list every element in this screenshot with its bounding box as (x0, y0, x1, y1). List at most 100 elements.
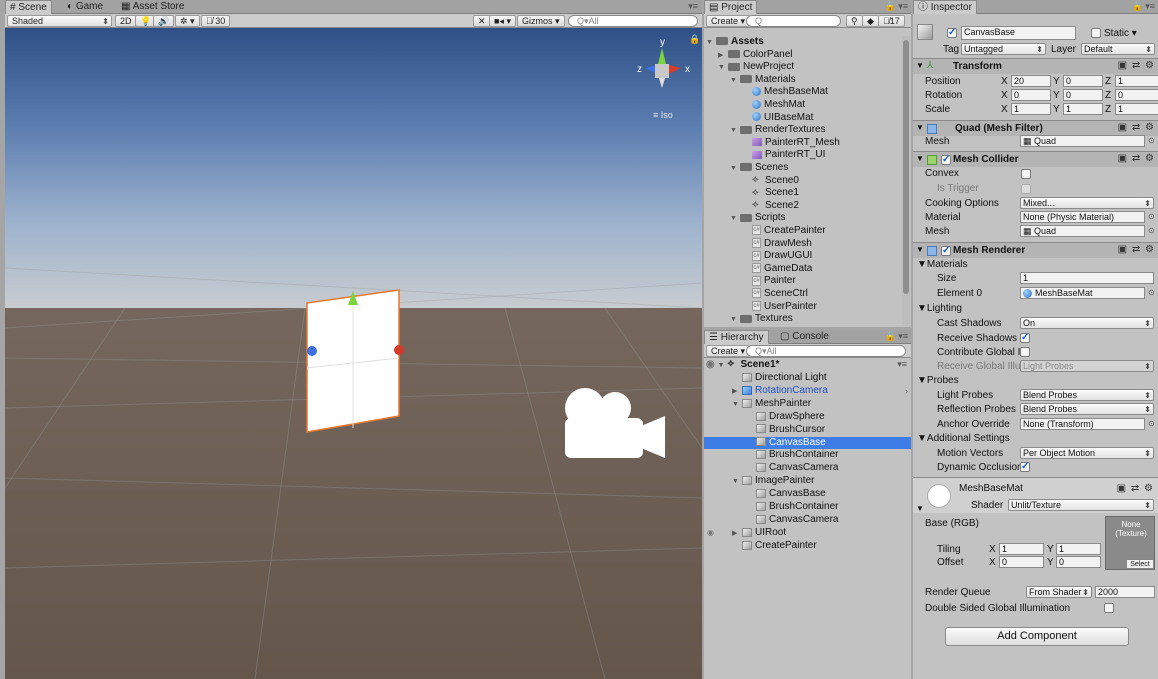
foldout-arrow[interactable]: ▼ (916, 245, 924, 254)
camera-gizmo-icon[interactable] (565, 388, 665, 458)
element-0-field[interactable]: MeshBaseMat (1020, 287, 1145, 299)
foldout-arrow[interactable]: ▼ (916, 154, 924, 163)
rotation-y-field[interactable]: 0 (1063, 89, 1103, 101)
hierarchy-item[interactable]: CreatePainter (704, 540, 911, 552)
tab-project[interactable]: ▤ Project (704, 0, 758, 14)
project-item[interactable]: c# SceneCtrl (742, 288, 808, 300)
project-item[interactable]: ⟡ Scene0 (742, 174, 799, 187)
cast-shadows-dropdown[interactable]: On (1020, 317, 1154, 329)
expand-arrow[interactable]: ▼ (730, 75, 738, 87)
hierarchy-item[interactable]: ▼ MeshPainter (704, 398, 911, 410)
inspector-lock-icon[interactable]: 🔒 ▾≡ (1132, 1, 1155, 12)
scene-menu-icon[interactable]: ▾≡ (897, 359, 907, 370)
tools-icon[interactable]: ✕ (473, 15, 491, 27)
materials-foldout[interactable]: ▼Materials (917, 259, 967, 270)
gizmos-dropdown[interactable]: Gizmos ▾ (517, 15, 565, 27)
project-item[interactable]: ⟡ Scene2 (742, 200, 799, 212)
materials-size-field[interactable]: 1 (1020, 272, 1154, 284)
texture-slot[interactable]: None (Texture) Select (1105, 516, 1155, 570)
offset-x-field[interactable]: 0 (999, 556, 1044, 568)
project-scrollbar[interactable] (902, 36, 910, 326)
project-item[interactable]: c# DrawUGUI (742, 250, 812, 262)
render-queue-field[interactable]: 2000 (1095, 586, 1155, 598)
project-item[interactable]: c# UserPainter (742, 301, 817, 313)
double-sided-gi-checkbox[interactable] (1104, 603, 1114, 613)
tab-game[interactable]: ◐ Game (63, 0, 107, 14)
project-item[interactable]: ▼ Materials (730, 74, 796, 86)
scale-x-field[interactable]: 1 (1011, 103, 1051, 115)
mesh-collider-enabled-checkbox[interactable]: ✓ (941, 155, 951, 165)
mesh-filter-header[interactable]: ▼ Quad (Mesh Filter) ▣ ⇄ ⚙ (913, 120, 1158, 136)
tiling-y-field[interactable]: 1 (1056, 543, 1101, 555)
expand-arrow[interactable]: ▶ (718, 50, 726, 62)
project-item[interactable]: ▼ NewProject (718, 61, 794, 73)
reflection-probes-dropdown[interactable]: Blend Probes (1020, 403, 1154, 415)
mesh-field[interactable]: ▦ Quad (1020, 135, 1145, 147)
tab-hierarchy[interactable]: ☰ Hierarchy (704, 330, 769, 344)
project-item[interactable]: ▼ Scripts (730, 212, 786, 224)
position-y-field[interactable]: 0 (1063, 75, 1103, 87)
mesh-renderer-enabled-checkbox[interactable]: ✓ (941, 246, 951, 256)
hierarchy-item[interactable]: DrawSphere (704, 411, 911, 423)
orientation-gizmo[interactable] (645, 48, 681, 88)
expand-arrow[interactable]: ▼ (718, 360, 726, 372)
expand-arrow[interactable]: ▶ (732, 528, 740, 540)
mode-2d-toggle[interactable]: 2D (115, 15, 137, 27)
motion-vectors-dropdown[interactable]: Per Object Motion (1020, 447, 1154, 459)
expand-arrow[interactable]: ▼ (732, 476, 740, 488)
add-component-button[interactable]: Add Component (945, 627, 1129, 646)
project-lock-icon[interactable]: 🔒 ▾≡ (885, 1, 908, 12)
transform-header[interactable]: ▼ ⅄ Transform ▣ ⇄ ⚙ (913, 58, 1158, 74)
tab-console[interactable]: ▢ Console (776, 330, 833, 344)
hierarchy-item[interactable]: ▶ RotationCamera (704, 385, 911, 397)
scene-lock-icon[interactable]: 🔒 (689, 34, 700, 45)
tab-asset-store[interactable]: ▦ Asset Store (117, 0, 188, 14)
expand-arrow[interactable]: ▼ (718, 62, 726, 74)
active-checkbox[interactable]: ✓ (947, 28, 957, 38)
contribute-gi-checkbox[interactable] (1020, 347, 1030, 357)
shading-mode-dropdown[interactable]: Shaded (7, 15, 112, 27)
hierarchy-create-button[interactable]: Create ▾ (706, 345, 751, 357)
scale-z-field[interactable]: 1 (1115, 103, 1158, 115)
object-picker-icon[interactable]: ⊙ (1148, 419, 1155, 428)
tab-scene[interactable]: # Scene (5, 0, 52, 14)
material-foldout-arrow[interactable]: ▼ (916, 504, 924, 513)
layer-dropdown[interactable]: Default (1081, 43, 1155, 55)
hierarchy-search-input[interactable]: Q▾All (746, 345, 906, 357)
lighting-foldout[interactable]: ▼Lighting (917, 303, 962, 314)
hierarchy-item[interactable]: CanvasCamera (704, 462, 911, 474)
component-settings-icon[interactable]: ▣ ⇄ ⚙ (1118, 153, 1155, 164)
mesh-renderer-header[interactable]: ▼ ✓ Mesh Renderer ▣ ⇄ ⚙ (913, 242, 1158, 258)
hierarchy-item[interactable]: CanvasBase (704, 488, 911, 500)
project-item[interactable]: ▼ RenderTextures (730, 124, 826, 136)
rotation-camera-arrow-icon[interactable]: › (905, 386, 908, 396)
position-x-field[interactable]: 20 (1011, 75, 1051, 87)
physic-material-field[interactable]: None (Physic Material) (1020, 211, 1145, 223)
rotation-x-field[interactable]: 0 (1011, 89, 1051, 101)
cooking-options-dropdown[interactable]: Mixed... (1020, 197, 1154, 209)
scene-menu-icon[interactable]: ▾≡ (688, 1, 698, 12)
additional-settings-foldout[interactable]: ▼Additional Settings (917, 433, 1010, 444)
expand-arrow[interactable]: ▼ (730, 125, 738, 137)
camera-settings-icon[interactable]: ■◂ ▾ (489, 15, 516, 27)
object-picker-icon[interactable]: ⊙ (1148, 136, 1155, 145)
project-item[interactable]: c# Painter (742, 275, 796, 287)
mesh-collider-header[interactable]: ▼ ✓ Mesh Collider ▣ ⇄ ⚙ (913, 151, 1158, 167)
expand-arrow[interactable]: ▼ (730, 163, 738, 175)
filter-label-icon[interactable]: ◆ (862, 15, 879, 27)
hierarchy-item[interactable]: BrushContainer (704, 501, 911, 513)
static-checkbox[interactable] (1091, 28, 1101, 38)
render-queue-dropdown[interactable]: From Shader (1026, 586, 1092, 598)
filter-type-icon[interactable]: ⚲ (846, 15, 863, 27)
rotation-z-field[interactable]: 0 (1115, 89, 1158, 101)
expand-arrow[interactable]: ▼ (730, 314, 738, 326)
project-scroll-thumb[interactable] (903, 40, 909, 294)
x-axis-handle[interactable] (394, 345, 404, 355)
hierarchy-item[interactable]: BrushContainer (704, 449, 911, 461)
project-item[interactable]: UIBaseMat (742, 112, 813, 124)
component-settings-icon[interactable]: ▣ ⇄ ⚙ (1118, 244, 1155, 255)
project-item[interactable]: MeshBaseMat (742, 86, 828, 98)
tab-inspector[interactable]: ⓘ Inspector (913, 0, 977, 14)
scale-y-field[interactable]: 1 (1063, 103, 1103, 115)
hierarchy-item[interactable]: CanvasBase (704, 436, 911, 449)
